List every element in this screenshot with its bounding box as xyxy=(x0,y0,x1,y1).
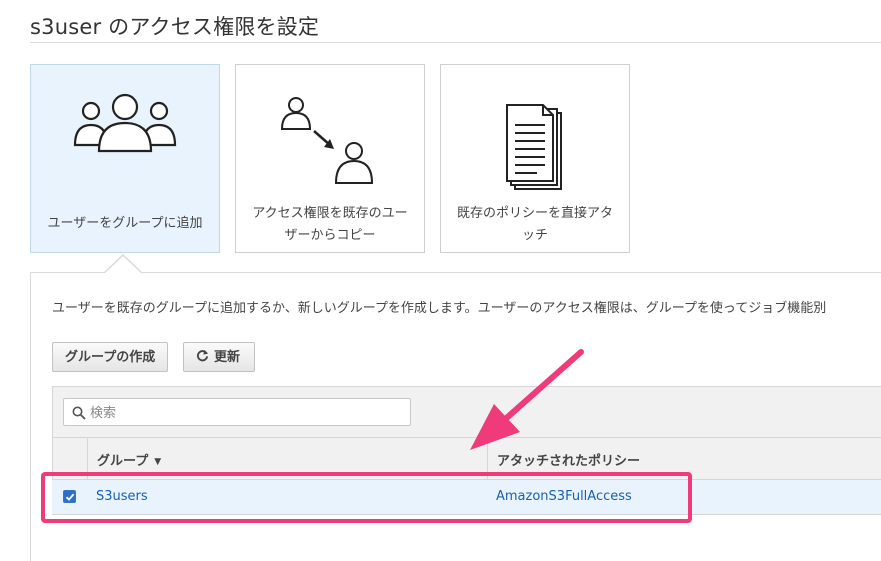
option-add-to-group-label: ユーザーをグループに追加 xyxy=(47,216,203,231)
column-header-group-label: グループ xyxy=(97,454,149,469)
option-copy-label-line2: ザーからコピー xyxy=(284,228,376,243)
search-input[interactable] xyxy=(88,402,402,424)
option-attach-policy[interactable]: 既存のポリシーを直接アタ ッチ xyxy=(440,64,630,253)
option-copy-label-line1: アクセス権限を既存のユー xyxy=(252,206,408,221)
refresh-button[interactable]: 更新 xyxy=(183,342,256,372)
create-group-button[interactable]: グループの作成 xyxy=(52,342,169,372)
annotation-highlight-box xyxy=(41,472,692,523)
option-attach-label-line2: ッチ xyxy=(521,228,548,243)
option-copy-from-user-label: アクセス権限を既存のユー ザーからコピー xyxy=(242,203,418,247)
panel-pointer-fill xyxy=(104,256,142,274)
column-header-policy[interactable]: アタッチされたポリシー xyxy=(497,450,640,469)
sort-desc-icon: ▼ xyxy=(154,457,162,467)
option-attach-label-line1: 既存のポリシーを直接アタ xyxy=(456,206,613,221)
refresh-label: 更新 xyxy=(214,349,241,364)
refresh-icon xyxy=(196,343,209,371)
column-header-group[interactable]: グループ ▼ xyxy=(97,450,161,469)
panel-description: ユーザーを既存のグループに追加するか、新しいグループを作成します。ユーザーのアク… xyxy=(52,301,827,316)
option-copy-from-user[interactable]: アクセス権限を既存のユー ザーからコピー xyxy=(235,64,425,253)
search-box[interactable] xyxy=(63,398,411,426)
option-add-to-group[interactable]: ユーザーをグループに追加 xyxy=(30,64,220,253)
page-title: s3user のアクセス権限を設定 xyxy=(30,15,320,39)
option-attach-policy-label: 既存のポリシーを直接アタ ッチ xyxy=(447,203,623,247)
copy-user-icon xyxy=(236,93,424,189)
title-divider xyxy=(30,42,881,43)
users-group-icon xyxy=(31,87,219,159)
search-icon xyxy=(72,405,86,424)
table-toolbar xyxy=(52,386,881,438)
document-stack-icon xyxy=(441,103,629,195)
